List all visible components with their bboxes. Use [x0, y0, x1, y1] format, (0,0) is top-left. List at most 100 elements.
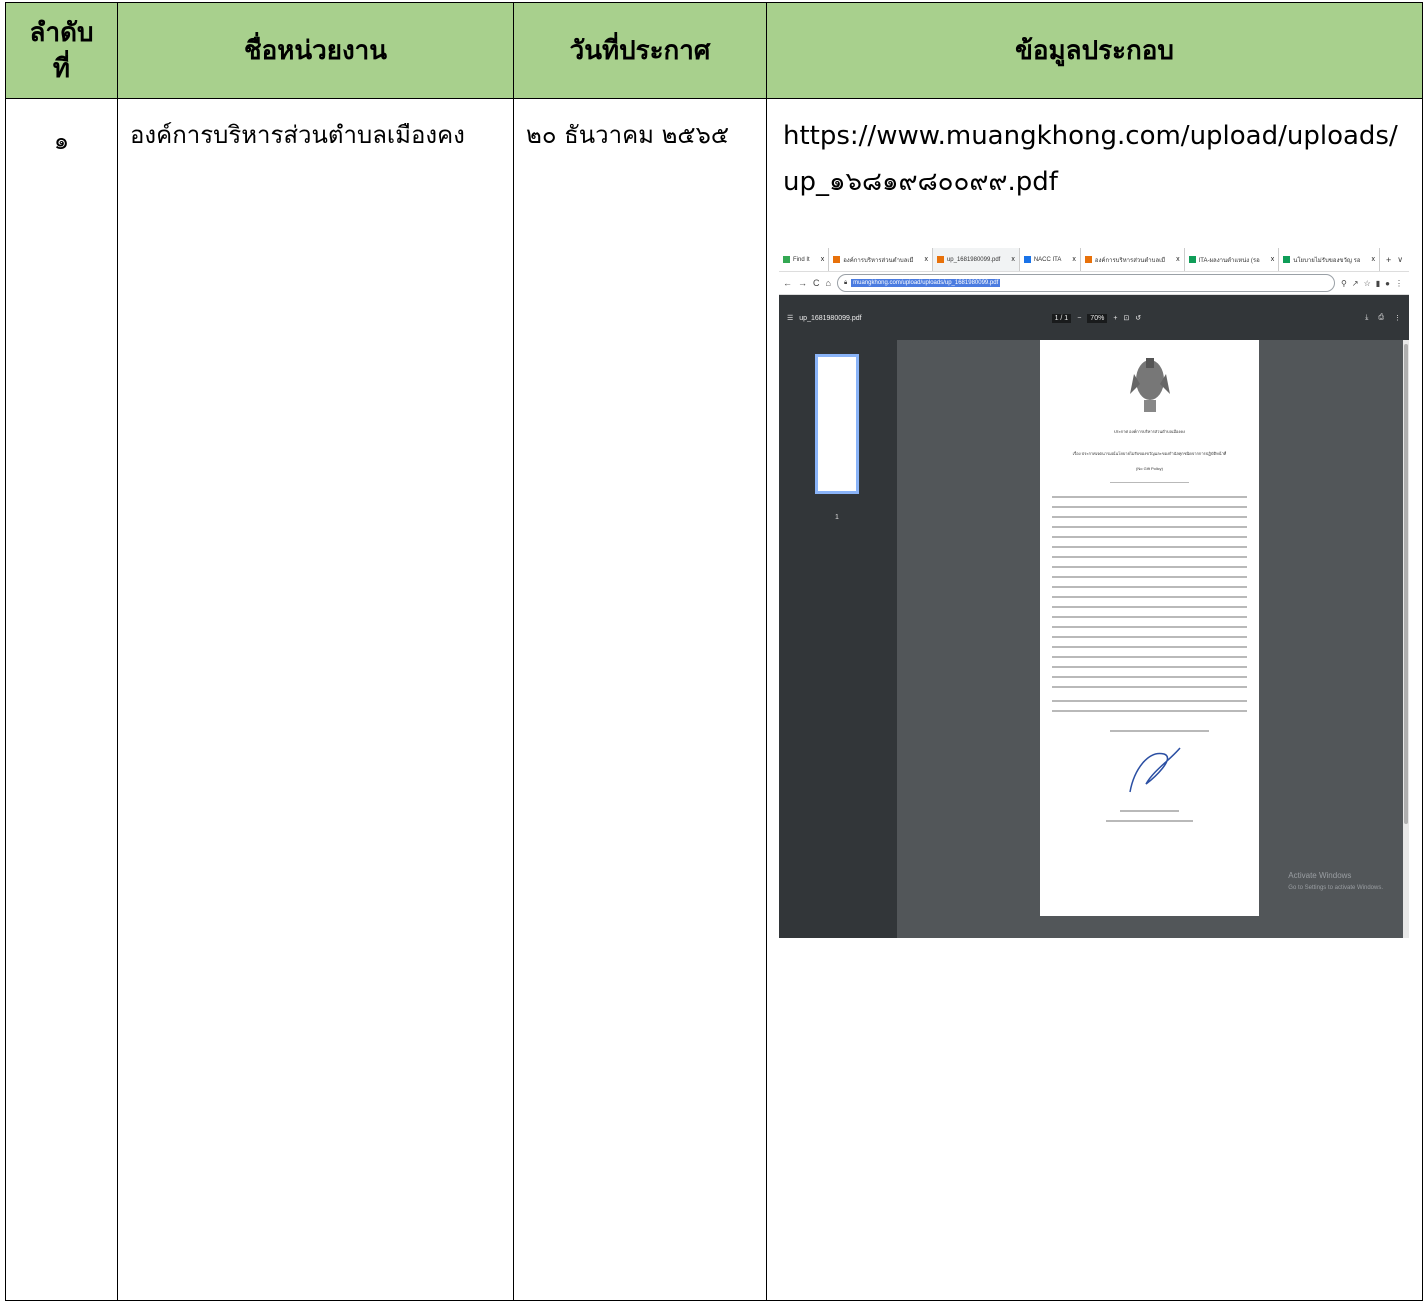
- zoom-out-icon[interactable]: −: [1077, 315, 1081, 322]
- pdf-page: ประกาศ องค์การบริหารส่วนตำบลเมืองคง เรื่…: [1040, 340, 1259, 916]
- tab-favicon-icon: [1283, 256, 1291, 263]
- watermark-subtitle: Go to Settings to activate Windows.: [1288, 885, 1383, 891]
- hamburger-icon[interactable]: ☰: [787, 314, 793, 322]
- text-line: [1052, 506, 1247, 508]
- text-line: [1052, 710, 1247, 712]
- text-line: [1052, 586, 1247, 588]
- forward-icon[interactable]: →: [798, 278, 807, 288]
- close-icon[interactable]: x: [821, 256, 825, 263]
- cell-agency: องค์การบริหารส่วนตำบลเมืองคง: [117, 98, 514, 1301]
- text-line: [1052, 606, 1247, 608]
- text-line: [1052, 626, 1247, 628]
- browser-tab[interactable]: ITA-ผลงานตำแหน่ง (รอ x: [1185, 248, 1280, 271]
- tab-label: NACC ITA: [1033, 256, 1062, 263]
- text-line: [1052, 536, 1247, 538]
- pdf-viewer: 1 ประกาศ องค์การบริหารส่วนตำบลเมืองคง เร…: [779, 340, 1409, 938]
- lock-icon: 🔒︎: [843, 279, 848, 286]
- browser-tab-active[interactable]: up_1681980099.pdf x: [932, 248, 1020, 271]
- tab-favicon-icon: [1023, 256, 1031, 263]
- zoom-icon[interactable]: ⚲: [1341, 279, 1347, 288]
- header-date: วันที่ประกาศ: [513, 2, 767, 99]
- tab-favicon-icon: [1188, 256, 1196, 263]
- header-agency: ชื่อหน่วยงาน: [117, 2, 514, 99]
- menu-icon[interactable]: ⋮: [1395, 279, 1403, 288]
- reload-icon[interactable]: C: [813, 278, 820, 288]
- pdf-title: up_1681980099.pdf: [799, 314, 862, 322]
- browser-tab[interactable]: NACC ITA x: [1020, 248, 1081, 271]
- text-line: [1052, 636, 1247, 638]
- cell-number: ๑: [5, 98, 118, 1301]
- window-controls: ∨ − ▢ X: [1397, 255, 1409, 264]
- fit-page-icon[interactable]: ⊡: [1123, 314, 1129, 322]
- header-info: ข้อมูลประกอบ: [766, 2, 1423, 99]
- page-thumbnail[interactable]: [815, 354, 859, 494]
- browser-tab[interactable]: นโยบายไม่รับของขวัญ รอ x: [1279, 248, 1380, 271]
- divider: [1110, 482, 1189, 483]
- doc-heading: ประกาศ องค์การบริหารส่วนตำบลเมืองคง: [1114, 429, 1185, 434]
- thumbnail-sidebar: 1: [779, 340, 897, 938]
- header-row: ลำดับ ที่ ชื่อหน่วยงาน วันที่ประกาศ ข้อมู…: [5, 2, 1423, 99]
- tab-favicon-icon: [833, 256, 841, 263]
- browser-tab-bar: Find It x องค์การบริหารส่วนตำบลเมื x up_16…: [779, 248, 1409, 272]
- pdf-canvas: ประกาศ องค์การบริหารส่วนตำบลเมืองคง เรื่…: [897, 340, 1409, 938]
- download-icon[interactable]: ⤓: [1365, 314, 1368, 322]
- url-input[interactable]: 🔒︎ muangkhong.com/upload/uploads/up_1681…: [836, 274, 1336, 292]
- browser-tab[interactable]: Find It x: [779, 248, 830, 271]
- text-line: [1052, 616, 1247, 618]
- header-number-label: ลำดับ ที่: [29, 17, 94, 84]
- browser-tab[interactable]: องค์การบริหารส่วนตำบลเมื x: [1081, 248, 1185, 271]
- url-text: muangkhong.com/upload/uploads/up_1681980…: [851, 279, 1001, 287]
- pdf-toolbar: ☰ up_1681980099.pdf 1 / 1 − 70% + ⊡ ↺ ⤓ …: [779, 295, 1409, 341]
- scrollbar-thumb[interactable]: [1404, 344, 1408, 824]
- tab-label: องค์การบริหารส่วนตำบลเมื: [843, 257, 914, 264]
- text-line: [1052, 566, 1247, 568]
- header-number: ลำดับ ที่: [5, 2, 118, 99]
- activate-windows-watermark: Activate Windows Go to Settings to activ…: [1288, 870, 1383, 894]
- address-bar-row: ← → C ⌂ 🔒︎ muangkhong.com/upload/uploads…: [779, 272, 1409, 295]
- close-icon[interactable]: x: [1371, 256, 1375, 263]
- tab-label: up_1681980099.pdf: [946, 256, 1001, 263]
- tab-favicon-icon: [936, 256, 944, 263]
- pdf-controls: 1 / 1 − 70% + ⊡ ↺: [1051, 313, 1141, 323]
- chevron-down-icon[interactable]: ∨: [1397, 255, 1403, 264]
- home-icon[interactable]: ⌂: [826, 278, 831, 288]
- close-icon[interactable]: x: [1271, 256, 1275, 263]
- text-line: [1052, 526, 1247, 528]
- print-icon[interactable]: ⎙: [1378, 314, 1384, 322]
- signature-icon: [1129, 747, 1181, 793]
- browser-tab[interactable]: องค์การบริหารส่วนตำบลเมื x: [829, 248, 933, 271]
- text-line: [1052, 556, 1247, 558]
- text-line: [1052, 656, 1247, 658]
- garuda-emblem-icon: [1130, 358, 1170, 412]
- more-icon[interactable]: ⋮: [1394, 314, 1401, 322]
- doc-subject: เรื่อง ประกาศเจตนารมณ์นโยบายไม่รับของขวั…: [1072, 451, 1227, 456]
- page-indicator[interactable]: 1 / 1: [1051, 313, 1072, 323]
- close-icon[interactable]: x: [1176, 256, 1180, 263]
- text-line: [1120, 810, 1179, 812]
- doc-policy: (No Gift Policy): [1136, 466, 1163, 471]
- new-tab-button[interactable]: +: [1380, 255, 1397, 265]
- star-icon[interactable]: ☆: [1364, 279, 1371, 288]
- back-icon[interactable]: ←: [783, 278, 792, 288]
- close-icon[interactable]: x: [924, 256, 928, 263]
- close-icon[interactable]: x: [1072, 256, 1076, 263]
- tab-label: นโยบายไม่รับของขวัญ รอ: [1293, 257, 1361, 264]
- text-line: [1052, 700, 1247, 702]
- text-line: [1052, 666, 1247, 668]
- document-link[interactable]: https://www.muangkhong.com/upload/upload…: [767, 99, 1422, 205]
- text-line: [1106, 820, 1193, 822]
- close-icon[interactable]: x: [1011, 256, 1015, 263]
- zoom-level[interactable]: 70%: [1087, 313, 1108, 323]
- profile-icon[interactable]: ●: [1385, 279, 1390, 288]
- text-line: [1052, 596, 1247, 598]
- zoom-in-icon[interactable]: +: [1113, 315, 1117, 322]
- sidebar-icon[interactable]: ▮: [1376, 279, 1380, 288]
- text-line: [1052, 646, 1247, 648]
- share-icon[interactable]: ↗: [1352, 279, 1359, 288]
- rotate-icon[interactable]: ↺: [1135, 314, 1141, 322]
- tab-label: ITA-ผลงานตำแหน่ง (รอ: [1198, 257, 1260, 264]
- tab-favicon-icon: [783, 256, 790, 263]
- tab-favicon-icon: [1084, 256, 1092, 263]
- watermark-title: Activate Windows: [1288, 871, 1352, 880]
- cell-date: ๒๐ ธันวาคม ๒๕๖๕: [513, 98, 767, 1301]
